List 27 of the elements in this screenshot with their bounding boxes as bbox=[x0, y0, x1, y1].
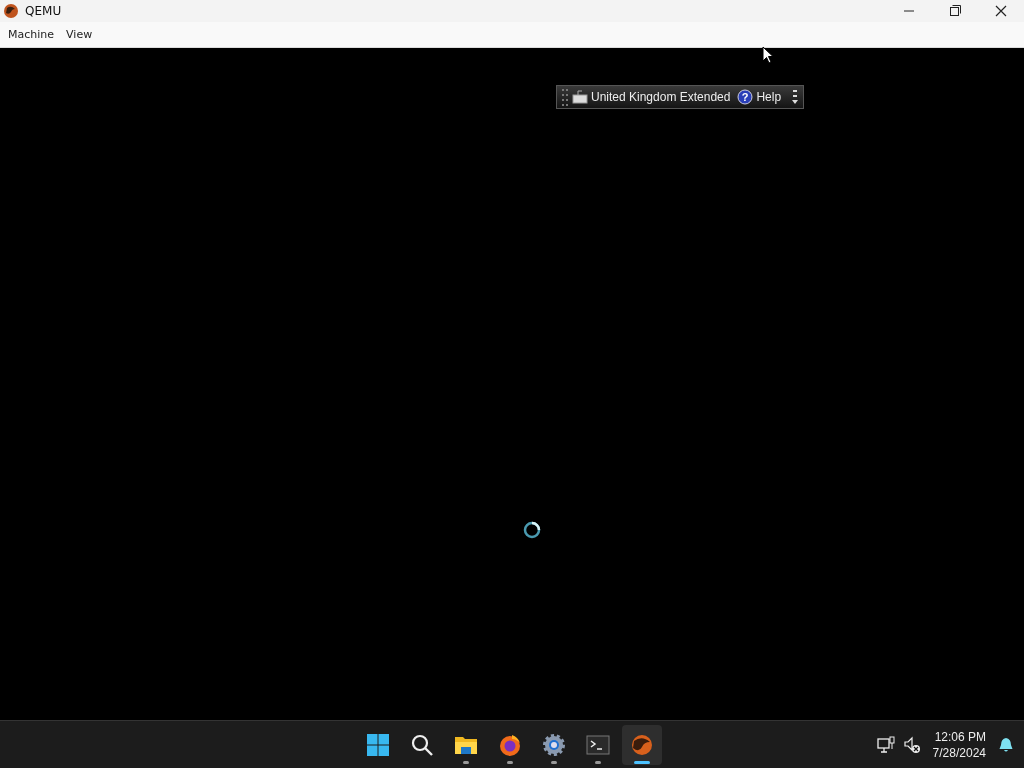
notification-bell-icon[interactable] bbox=[998, 736, 1014, 753]
window-title: QEMU bbox=[25, 4, 62, 18]
help-button[interactable]: Help bbox=[756, 90, 782, 104]
taskbar-app[interactable] bbox=[622, 724, 662, 765]
active-indicator bbox=[634, 760, 650, 764]
running-indicator bbox=[463, 760, 469, 764]
help-icon[interactable]: ? bbox=[737, 89, 754, 105]
search-icon bbox=[410, 732, 434, 757]
terminal-icon bbox=[586, 732, 610, 757]
gear-icon bbox=[542, 732, 566, 757]
running-indicator bbox=[507, 760, 513, 764]
clock-date[interactable]: 7/28/2024 bbox=[932, 744, 986, 761]
app-logo-icon bbox=[3, 3, 19, 19]
network-icon[interactable] bbox=[876, 735, 895, 754]
keyboard-layout-button[interactable]: United Kingdom Extended bbox=[591, 90, 731, 104]
loading-spinner-icon bbox=[522, 520, 542, 540]
grip-icon[interactable] bbox=[561, 87, 569, 107]
speaker-muted-icon[interactable] bbox=[902, 735, 921, 754]
running-indicator bbox=[595, 760, 601, 764]
windows-logo-icon bbox=[366, 732, 390, 757]
menu-item[interactable]: View bbox=[60, 28, 99, 41]
clock-time[interactable]: 12:06 PM bbox=[934, 728, 986, 745]
keyboard-icon bbox=[572, 90, 588, 104]
menu-item[interactable]: Machine bbox=[2, 28, 61, 41]
qemu-logo-icon bbox=[630, 732, 654, 757]
browser-icon bbox=[498, 732, 522, 757]
running-indicator bbox=[551, 760, 557, 764]
